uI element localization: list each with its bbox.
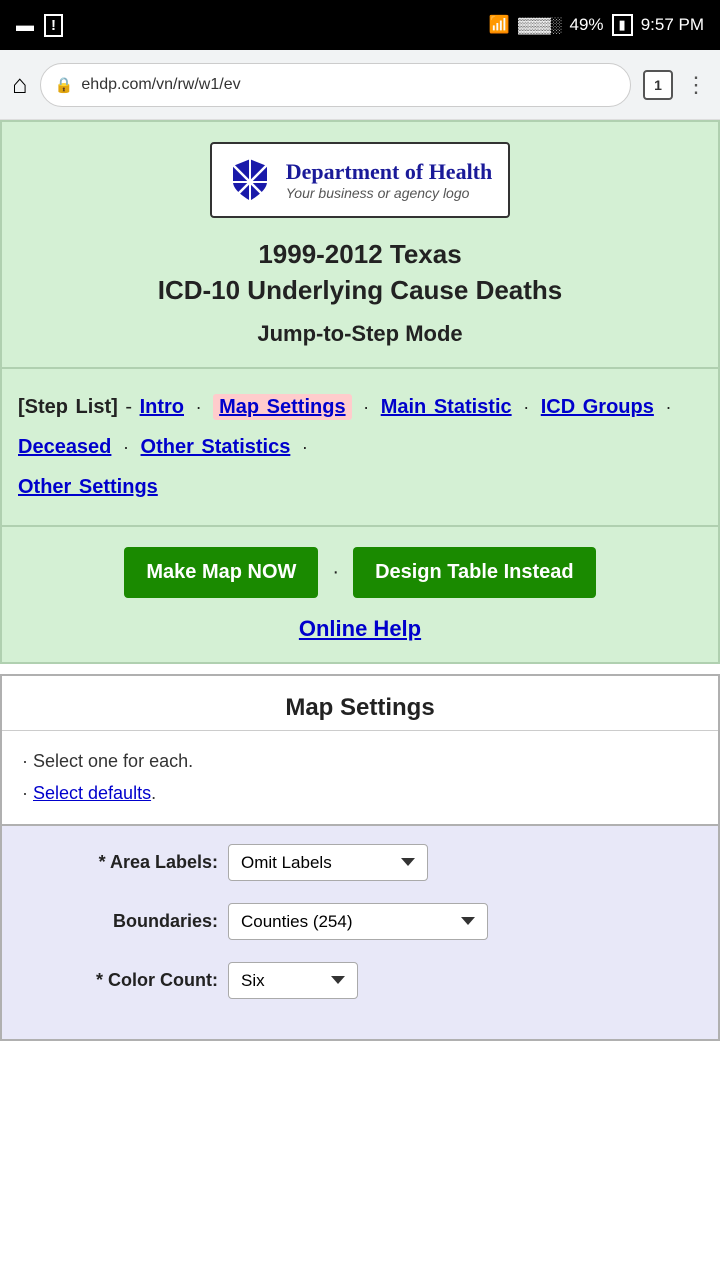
battery-percent: 49% (570, 15, 604, 35)
status-left-icons: ▬ ! (16, 14, 63, 37)
step-section: [Step List] - Intro · Map Settings · Mai… (0, 369, 720, 527)
form-row-area-labels: * Area Labels: Omit Labels Show Labels S… (18, 844, 702, 881)
form-area: * Area Labels: Omit Labels Show Labels S… (2, 824, 718, 1039)
step-link-map-settings[interactable]: Map Settings (213, 394, 351, 420)
url-bar[interactable]: 🔒 ehdp.com/vn/rw/w1/ev (40, 63, 631, 107)
step-link-icd-groups[interactable]: ICD Groups (541, 396, 654, 418)
color-count-label: * Color Count: (18, 970, 218, 991)
top-section: Department of Health Your business or ag… (0, 120, 720, 369)
map-settings-card: Map Settings · Select one for each. · Se… (0, 674, 720, 1041)
online-help-row: Online Help (18, 616, 702, 642)
form-row-boundaries: Boundaries: Counties (254) State ZIP Cod… (18, 903, 702, 940)
map-settings-body: · Select one for each. · Select defaults… (2, 731, 718, 824)
step-list-label: [Step List] (18, 396, 118, 418)
map-instruction-1: · Select one for each. (22, 745, 698, 777)
alert-icon: ! (44, 14, 63, 37)
logo-shield-icon (228, 154, 272, 206)
status-bar: ▬ ! 📶 ▓▓▓░ 49% ▮ 9:57 PM (0, 0, 720, 50)
battery-icon: ▮ (612, 14, 633, 36)
step-link-other-settings[interactable]: Other Settings (18, 476, 158, 498)
lock-icon: 🔒 (55, 76, 74, 94)
step-list-text: [Step List] - Intro · Map Settings · Mai… (18, 387, 702, 507)
signal-icon: ▓▓▓░ (518, 17, 561, 34)
form-row-color-count: * Color Count: Six Five Four Three Two (18, 962, 702, 999)
time: 9:57 PM (641, 15, 704, 35)
map-settings-title: Map Settings (18, 694, 702, 722)
make-map-button[interactable]: Make Map NOW (124, 547, 318, 598)
step-link-intro[interactable]: Intro (140, 396, 184, 418)
map-instruction-2: · Select defaults. (22, 777, 698, 809)
logo-box: Department of Health Your business or ag… (210, 142, 511, 218)
image-icon: ▬ (16, 15, 34, 36)
url-text: ehdp.com/vn/rw/w1/ev (81, 76, 240, 94)
status-right-info: 📶 ▓▓▓░ 49% ▮ 9:57 PM (489, 14, 704, 36)
area-labels-select[interactable]: Omit Labels Show Labels Show Some (228, 844, 428, 881)
online-help-link[interactable]: Online Help (299, 616, 421, 641)
boundaries-label: Boundaries: (18, 911, 218, 932)
browser-bar: ⌂ 🔒 ehdp.com/vn/rw/w1/ev 1 ⋮ (0, 50, 720, 120)
design-table-button[interactable]: Design Table Instead (353, 547, 596, 598)
select-defaults-link[interactable]: Select defaults (33, 783, 151, 803)
page-wrapper: Department of Health Your business or ag… (0, 120, 720, 1041)
area-labels-label: * Area Labels: (18, 852, 218, 873)
step-link-other-statistics[interactable]: Other Statistics (141, 436, 291, 458)
logo-title: Department of Health (286, 159, 493, 185)
home-icon[interactable]: ⌂ (12, 69, 28, 100)
logo-text-block: Department of Health Your business or ag… (286, 159, 493, 201)
map-settings-header: Map Settings (2, 676, 718, 731)
browser-menu-icon[interactable]: ⋮ (685, 72, 708, 98)
step-link-deceased[interactable]: Deceased (18, 436, 111, 458)
action-section: Make Map NOW · Design Table Instead Onli… (0, 527, 720, 664)
logo-subtitle: Your business or agency logo (286, 185, 493, 201)
action-dot: · (332, 561, 339, 584)
color-count-select[interactable]: Six Five Four Three Two (228, 962, 358, 999)
boundaries-select[interactable]: Counties (254) State ZIP Codes (228, 903, 488, 940)
tab-count-badge[interactable]: 1 (643, 70, 673, 100)
step-separator: - (125, 396, 139, 418)
step-link-main-statistic[interactable]: Main Statistic (381, 396, 512, 418)
page-title: 1999-2012 TexasICD-10 Underlying Cause D… (18, 236, 702, 309)
action-buttons-row: Make Map NOW · Design Table Instead (18, 547, 702, 598)
page-mode: Jump-to-Step Mode (18, 321, 702, 347)
wifi-icon: 📶 (489, 15, 510, 35)
